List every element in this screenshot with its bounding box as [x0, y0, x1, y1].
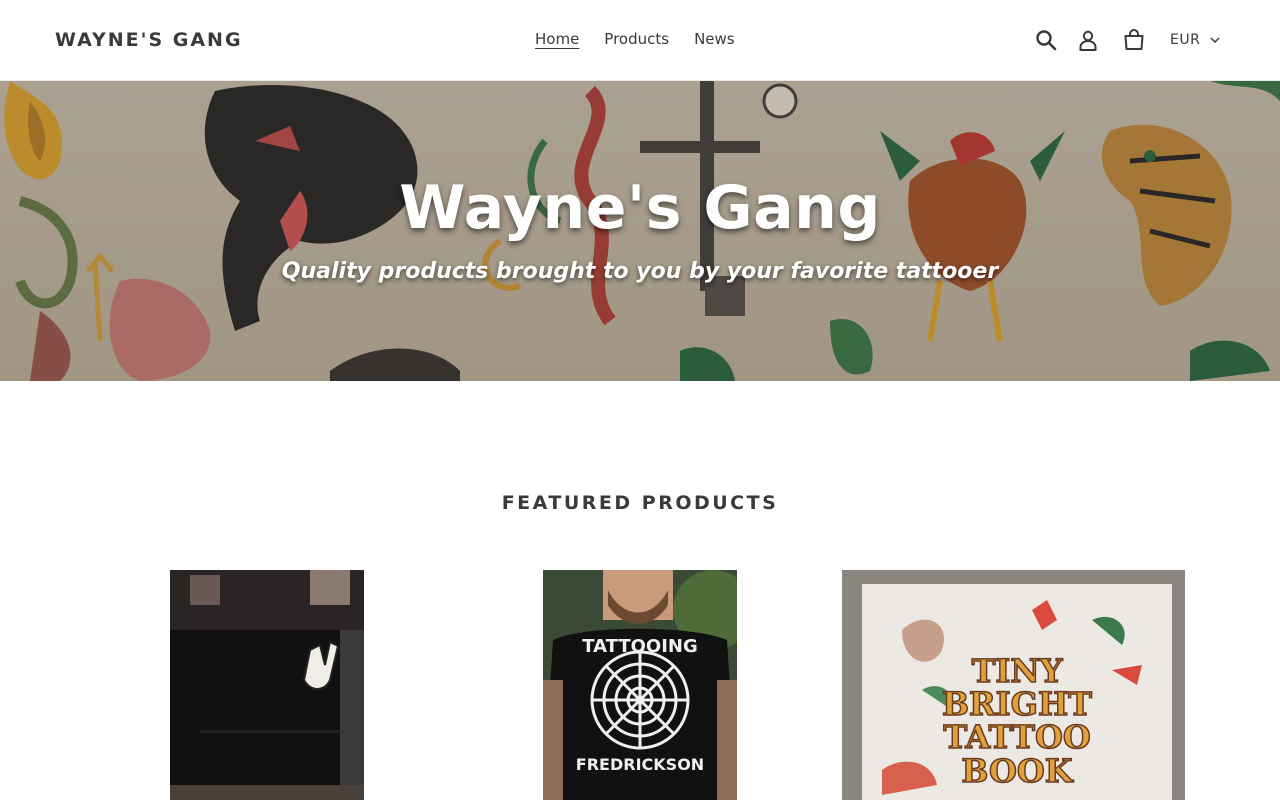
header-icons: EUR: [1030, 24, 1220, 56]
featured-products-heading: FEATURED PRODUCTS: [501, 492, 779, 514]
main-nav: Home Products News: [535, 30, 735, 48]
product-image: TATTOOING FREDRICKSON: [543, 570, 737, 800]
site-header: WAYNE'S GANG Home Products News EUR: [0, 0, 1280, 81]
book-title-line3: TATTOO: [943, 718, 1090, 756]
book-title-line4: BOOK: [961, 752, 1073, 790]
product-card-tshirt[interactable]: TATTOOING FREDRICKSON: [543, 570, 737, 800]
product-image: [170, 570, 364, 800]
nav-news-link[interactable]: News: [694, 30, 735, 48]
search-icon[interactable]: [1030, 24, 1062, 56]
account-icon[interactable]: [1072, 24, 1104, 56]
currency-selector[interactable]: EUR: [1170, 32, 1220, 48]
site-logo[interactable]: WAYNE'S GANG: [55, 29, 243, 51]
cart-icon[interactable]: [1118, 24, 1150, 56]
hero-banner: Wayne's Gang Quality products brought to…: [0, 81, 1280, 381]
product-image: TINY BRIGHT TATTOO BOOK: [842, 570, 1185, 800]
hero-subtitle: Quality products brought to you by your …: [281, 259, 999, 284]
currency-value: EUR: [1170, 32, 1201, 48]
nav-products-link[interactable]: Products: [604, 30, 669, 48]
product-card-tattoo-book[interactable]: TINY BRIGHT TATTOO BOOK: [842, 570, 1185, 800]
chevron-down-icon: [1210, 37, 1220, 44]
hero-title: Wayne's Gang: [399, 173, 881, 243]
nav-home-link[interactable]: Home: [535, 30, 579, 48]
tshirt-text-bottom: FREDRICKSON: [576, 755, 704, 774]
product-card-tote-bag[interactable]: [170, 570, 364, 800]
